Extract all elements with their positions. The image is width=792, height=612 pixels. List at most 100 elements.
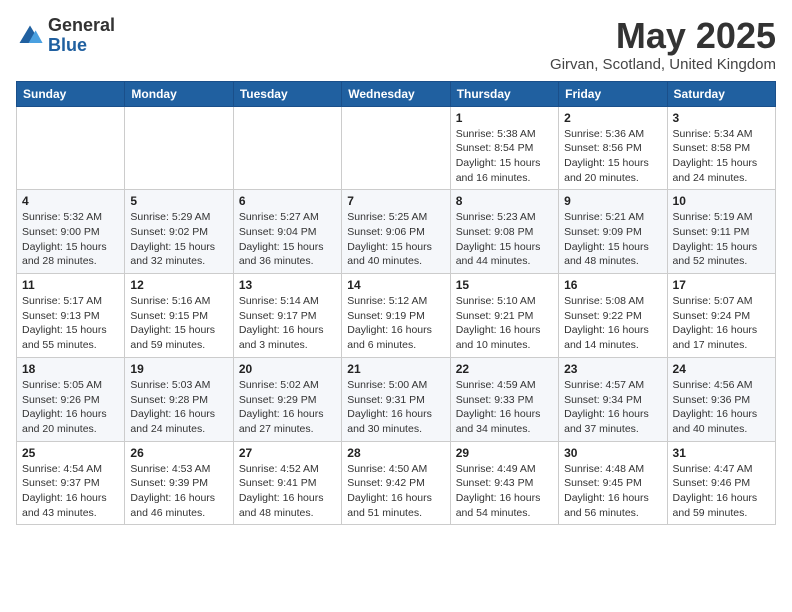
day-number: 12 xyxy=(130,278,227,292)
logo-text: General Blue xyxy=(48,16,115,56)
calendar-cell: 21 Sunrise: 5:00 AMSunset: 9:31 PMDayligh… xyxy=(342,357,450,441)
month-title: May 2025 xyxy=(550,16,776,56)
day-info: Sunrise: 5:23 AMSunset: 9:08 PMDaylight:… xyxy=(456,210,553,269)
calendar-week-row: 1 Sunrise: 5:38 AMSunset: 8:54 PMDaylight… xyxy=(17,106,776,190)
calendar-cell: 9 Sunrise: 5:21 AMSunset: 9:09 PMDaylight… xyxy=(559,190,667,274)
day-info: Sunrise: 4:49 AMSunset: 9:43 PMDaylight:… xyxy=(456,462,553,521)
weekday-header: Thursday xyxy=(450,81,558,106)
calendar-cell: 28 Sunrise: 4:50 AMSunset: 9:42 PMDayligh… xyxy=(342,441,450,525)
logo-icon xyxy=(16,22,44,50)
day-info: Sunrise: 5:10 AMSunset: 9:21 PMDaylight:… xyxy=(456,294,553,353)
calendar-cell: 14Sunrise: 5:12 AMSunset: 9:19 PMDayligh… xyxy=(342,274,450,358)
day-info: Sunrise: 5:03 AMSunset: 9:28 PMDaylight:… xyxy=(130,378,227,437)
day-info: Sunrise: 4:54 AMSunset: 9:37 PMDaylight:… xyxy=(22,462,119,521)
day-number: 28 xyxy=(347,446,444,460)
day-info: Sunrise: 5:12 AMSunset: 9:19 PMDaylight:… xyxy=(347,294,444,353)
day-info: Sunrise: 5:21 AMSunset: 9:09 PMDaylight:… xyxy=(564,210,661,269)
logo: General Blue xyxy=(16,16,115,56)
calendar-cell: 10Sunrise: 5:19 AMSunset: 9:11 PMDayligh… xyxy=(667,190,775,274)
calendar-cell: 16Sunrise: 5:08 AMSunset: 9:22 PMDayligh… xyxy=(559,274,667,358)
calendar-cell: 3 Sunrise: 5:34 AMSunset: 8:58 PMDaylight… xyxy=(667,106,775,190)
calendar-cell: 27Sunrise: 4:52 AMSunset: 9:41 PMDayligh… xyxy=(233,441,341,525)
location: Girvan, Scotland, United Kingdom xyxy=(550,56,776,73)
day-number: 30 xyxy=(564,446,661,460)
calendar-week-row: 11 Sunrise: 5:17 AMSunset: 9:13 PMDayligh… xyxy=(17,274,776,358)
calendar-cell: 26Sunrise: 4:53 AMSunset: 9:39 PMDayligh… xyxy=(125,441,233,525)
day-number: 3 xyxy=(673,111,770,125)
day-info: Sunrise: 5:17 AMSunset: 9:13 PMDaylight:… xyxy=(22,294,119,353)
day-number: 24 xyxy=(673,362,770,376)
calendar-cell: 4Sunrise: 5:32 AMSunset: 9:00 PMDaylight… xyxy=(17,190,125,274)
day-number: 7 xyxy=(347,194,444,208)
day-number: 22 xyxy=(456,362,553,376)
calendar-week-row: 4Sunrise: 5:32 AMSunset: 9:00 PMDaylight… xyxy=(17,190,776,274)
calendar-cell: 18Sunrise: 5:05 AMSunset: 9:26 PMDayligh… xyxy=(17,357,125,441)
calendar-cell: 31 Sunrise: 4:47 AMSunset: 9:46 PMDayligh… xyxy=(667,441,775,525)
day-number: 26 xyxy=(130,446,227,460)
calendar-cell: 22 Sunrise: 4:59 AMSunset: 9:33 PMDayligh… xyxy=(450,357,558,441)
day-info: Sunrise: 5:19 AMSunset: 9:11 PMDaylight:… xyxy=(673,210,770,269)
calendar-cell xyxy=(342,106,450,190)
title-block: May 2025 Girvan, Scotland, United Kingdo… xyxy=(550,16,776,73)
logo-blue: Blue xyxy=(48,35,87,55)
day-info: Sunrise: 5:02 AMSunset: 9:29 PMDaylight:… xyxy=(239,378,336,437)
calendar-cell: 1 Sunrise: 5:38 AMSunset: 8:54 PMDaylight… xyxy=(450,106,558,190)
day-number: 17 xyxy=(673,278,770,292)
day-info: Sunrise: 5:34 AMSunset: 8:58 PMDaylight:… xyxy=(673,127,770,186)
calendar-cell: 17 Sunrise: 5:07 AMSunset: 9:24 PMDayligh… xyxy=(667,274,775,358)
day-number: 15 xyxy=(456,278,553,292)
calendar-table: SundayMondayTuesdayWednesdayThursdayFrid… xyxy=(16,81,776,526)
day-number: 19 xyxy=(130,362,227,376)
day-info: Sunrise: 5:14 AMSunset: 9:17 PMDaylight:… xyxy=(239,294,336,353)
calendar-week-row: 18Sunrise: 5:05 AMSunset: 9:26 PMDayligh… xyxy=(17,357,776,441)
calendar-cell: 25 Sunrise: 4:54 AMSunset: 9:37 PMDayligh… xyxy=(17,441,125,525)
calendar-cell: 23 Sunrise: 4:57 AMSunset: 9:34 PMDayligh… xyxy=(559,357,667,441)
day-info: Sunrise: 5:00 AMSunset: 9:31 PMDaylight:… xyxy=(347,378,444,437)
calendar-cell: 24Sunrise: 4:56 AMSunset: 9:36 PMDayligh… xyxy=(667,357,775,441)
page-header: General Blue May 2025 Girvan, Scotland, … xyxy=(16,16,776,73)
day-info: Sunrise: 5:16 AMSunset: 9:15 PMDaylight:… xyxy=(130,294,227,353)
weekday-header: Wednesday xyxy=(342,81,450,106)
day-number: 31 xyxy=(673,446,770,460)
day-number: 21 xyxy=(347,362,444,376)
day-info: Sunrise: 5:25 AMSunset: 9:06 PMDaylight:… xyxy=(347,210,444,269)
day-info: Sunrise: 4:48 AMSunset: 9:45 PMDaylight:… xyxy=(564,462,661,521)
calendar-cell: 30 Sunrise: 4:48 AMSunset: 9:45 PMDayligh… xyxy=(559,441,667,525)
weekday-header: Sunday xyxy=(17,81,125,106)
calendar-cell: 13 Sunrise: 5:14 AMSunset: 9:17 PMDayligh… xyxy=(233,274,341,358)
day-number: 25 xyxy=(22,446,119,460)
day-number: 23 xyxy=(564,362,661,376)
calendar-cell: 19 Sunrise: 5:03 AMSunset: 9:28 PMDayligh… xyxy=(125,357,233,441)
day-number: 1 xyxy=(456,111,553,125)
calendar-cell xyxy=(17,106,125,190)
day-info: Sunrise: 4:57 AMSunset: 9:34 PMDaylight:… xyxy=(564,378,661,437)
calendar-cell: 20 Sunrise: 5:02 AMSunset: 9:29 PMDayligh… xyxy=(233,357,341,441)
weekday-header: Tuesday xyxy=(233,81,341,106)
weekday-header-row: SundayMondayTuesdayWednesdayThursdayFrid… xyxy=(17,81,776,106)
day-info: Sunrise: 5:32 AMSunset: 9:00 PMDaylight:… xyxy=(22,210,119,269)
calendar-cell xyxy=(125,106,233,190)
calendar-cell: 5Sunrise: 5:29 AMSunset: 9:02 PMDaylight… xyxy=(125,190,233,274)
day-number: 29 xyxy=(456,446,553,460)
calendar-cell: 15 Sunrise: 5:10 AMSunset: 9:21 PMDayligh… xyxy=(450,274,558,358)
day-info: Sunrise: 5:08 AMSunset: 9:22 PMDaylight:… xyxy=(564,294,661,353)
calendar-cell xyxy=(233,106,341,190)
day-number: 9 xyxy=(564,194,661,208)
day-number: 20 xyxy=(239,362,336,376)
day-info: Sunrise: 5:36 AMSunset: 8:56 PMDaylight:… xyxy=(564,127,661,186)
calendar-cell: 6Sunrise: 5:27 AMSunset: 9:04 PMDaylight… xyxy=(233,190,341,274)
day-info: Sunrise: 4:59 AMSunset: 9:33 PMDaylight:… xyxy=(456,378,553,437)
day-info: Sunrise: 4:47 AMSunset: 9:46 PMDaylight:… xyxy=(673,462,770,521)
day-info: Sunrise: 5:07 AMSunset: 9:24 PMDaylight:… xyxy=(673,294,770,353)
day-number: 13 xyxy=(239,278,336,292)
day-number: 11 xyxy=(22,278,119,292)
logo-general: General xyxy=(48,15,115,35)
day-number: 8 xyxy=(456,194,553,208)
calendar-week-row: 25 Sunrise: 4:54 AMSunset: 9:37 PMDayligh… xyxy=(17,441,776,525)
calendar-cell: 2Sunrise: 5:36 AMSunset: 8:56 PMDaylight… xyxy=(559,106,667,190)
calendar-cell: 12 Sunrise: 5:16 AMSunset: 9:15 PMDayligh… xyxy=(125,274,233,358)
day-info: Sunrise: 4:50 AMSunset: 9:42 PMDaylight:… xyxy=(347,462,444,521)
day-info: Sunrise: 5:38 AMSunset: 8:54 PMDaylight:… xyxy=(456,127,553,186)
weekday-header: Monday xyxy=(125,81,233,106)
weekday-header: Friday xyxy=(559,81,667,106)
